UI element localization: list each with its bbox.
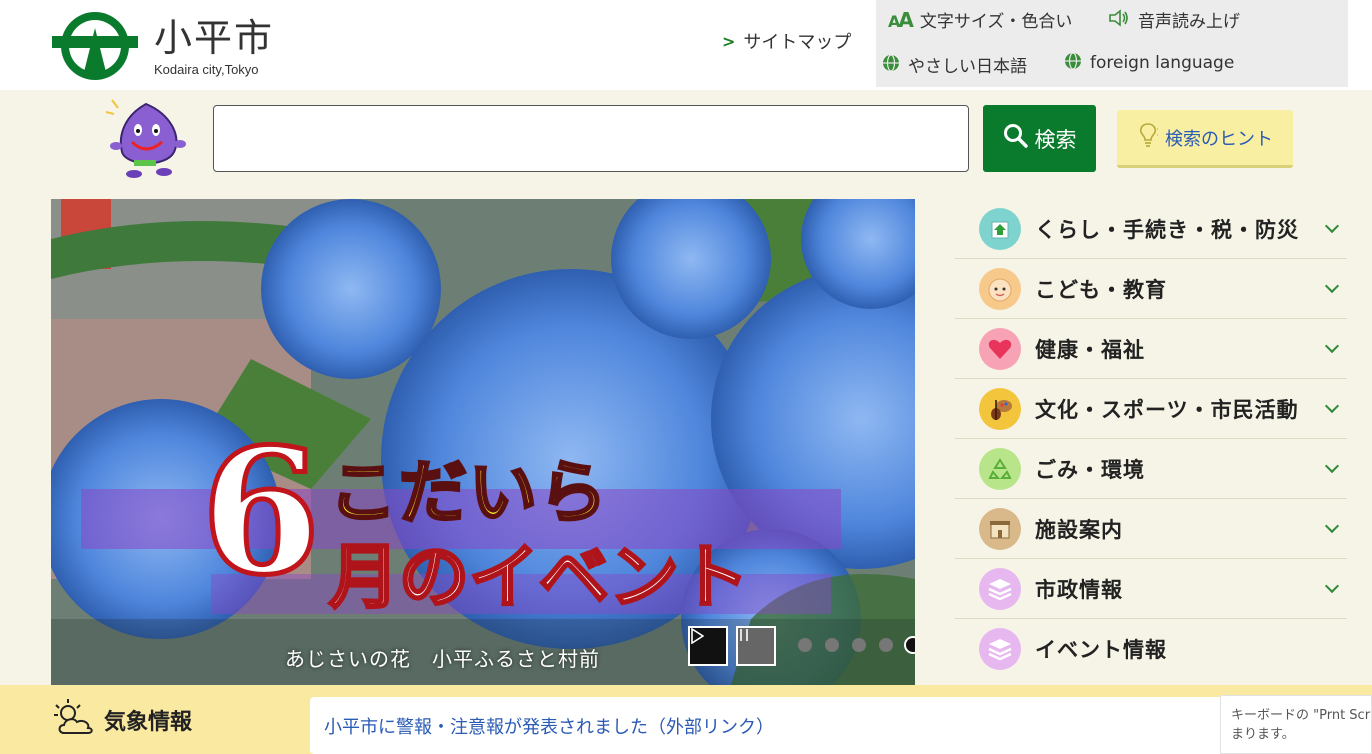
- easy-japanese-link[interactable]: やさしい日本語: [882, 52, 1027, 77]
- globe-icon: [1064, 52, 1082, 74]
- system-notification-toast[interactable]: キーボードの "Prnt Scrn" まります。: [1220, 695, 1372, 754]
- weather-alert-link[interactable]: 小平市に警報・注意報が発表されました（外部リンク）: [324, 713, 774, 739]
- search-hint-label: 検索のヒント: [1165, 128, 1273, 150]
- house-icon: [979, 207, 1021, 250]
- recycle-icon: [979, 447, 1021, 490]
- search-button-label: 検索: [1034, 127, 1077, 152]
- violin-palette-icon: [979, 387, 1021, 430]
- menu-label: イベント情報: [1035, 638, 1167, 662]
- city-emblem-icon: [50, 10, 140, 82]
- toast-line-2: まります。: [1231, 727, 1295, 742]
- font-color-label: 文字サイズ・色合い: [919, 12, 1073, 32]
- sun-cloud-icon: [50, 697, 98, 743]
- menu-item-living[interactable]: くらし・手続き・税・防災: [955, 199, 1347, 259]
- menu-label: 施設案内: [1035, 517, 1123, 542]
- weather-alert-box: 小平市に警報・注意報が発表されました（外部リンク）: [310, 697, 1230, 754]
- slide-dot-1[interactable]: [798, 638, 812, 652]
- toast-line-1: キーボードの "Prnt Scrn": [1231, 708, 1372, 723]
- site-header: 小平市 Kodaira city,Tokyo > サイトマップ AA 文字サイズ…: [0, 0, 1372, 90]
- weather-heading: 気象情報: [50, 697, 192, 743]
- menu-item-city-info[interactable]: 市政情報: [955, 559, 1347, 619]
- menu-item-events[interactable]: イベント情報: [955, 619, 1347, 679]
- building-icon: [979, 507, 1021, 550]
- lightbulb-icon: [1137, 121, 1159, 154]
- chevron-down-icon: [1324, 278, 1340, 294]
- layers-icon: [979, 628, 1021, 670]
- utility-panel: AA 文字サイズ・色合い 音声読み上げ やさしい日本語 foreign lang…: [876, 0, 1348, 87]
- weather-title: 気象情報: [104, 710, 193, 735]
- slideshow-play-button[interactable]: [688, 626, 728, 666]
- site-search-input[interactable]: [213, 105, 969, 172]
- font-color-settings-link[interactable]: AA 文字サイズ・色合い: [888, 7, 1073, 33]
- foreign-language-link[interactable]: foreign language: [1064, 52, 1234, 74]
- search-button[interactable]: 検索: [983, 105, 1096, 172]
- menu-label: こども・教育: [1035, 277, 1167, 302]
- city-logo[interactable]: 小平市 Kodaira city,Tokyo: [50, 8, 310, 84]
- chevron-down-icon: [1324, 338, 1340, 354]
- menu-item-environment[interactable]: ごみ・環境: [955, 439, 1347, 499]
- menu-label: 市政情報: [1035, 577, 1123, 602]
- chevron-down-icon: [1324, 518, 1340, 534]
- menu-label: くらし・手続き・税・防災: [1035, 217, 1299, 242]
- category-menu: くらし・手続き・税・防災 こども・教育 健康・福祉 文化・スポーツ・市民活動 ご…: [955, 199, 1347, 679]
- chevron-down-icon: [1324, 218, 1340, 234]
- chevron-down-icon: [1324, 578, 1340, 594]
- voice-label: 音声読み上げ: [1138, 12, 1240, 32]
- slide-dot-4[interactable]: [879, 638, 893, 652]
- font-size-icon: AA: [888, 7, 914, 32]
- speaker-icon: [1108, 8, 1130, 31]
- search-hint-button[interactable]: 検索のヒント: [1117, 110, 1293, 168]
- menu-label: 文化・スポーツ・市民活動: [1035, 397, 1299, 422]
- city-name: 小平市: [154, 15, 275, 60]
- city-subtitle: Kodaira city,Tokyo: [154, 61, 259, 77]
- hero-title-line2: 月のイベント: [328, 535, 751, 620]
- hero-title-number: 6: [199, 410, 324, 613]
- easy-japanese-label: やさしい日本語: [908, 57, 1027, 77]
- menu-label: 健康・福祉: [1035, 337, 1145, 362]
- hero-slideshow[interactable]: 6 こだいら 月のイベント あじさいの花 小平ふるさと村前: [51, 199, 915, 685]
- slide-dot-3[interactable]: [852, 638, 866, 652]
- menu-item-facilities[interactable]: 施設案内: [955, 499, 1347, 559]
- layers-icon: [979, 567, 1021, 610]
- foreign-language-label: foreign language: [1090, 53, 1235, 73]
- search-icon: [1003, 123, 1029, 154]
- voice-reading-link[interactable]: 音声読み上げ: [1108, 7, 1240, 32]
- weather-bar: 気象情報 小平市に警報・注意報が発表されました（外部リンク）: [0, 685, 1372, 754]
- sitemap-link[interactable]: > サイトマップ: [722, 28, 851, 54]
- child-face-icon: [979, 267, 1021, 310]
- menu-item-children[interactable]: こども・教育: [955, 259, 1347, 319]
- slide-dot-2[interactable]: [825, 638, 839, 652]
- globe-icon: [882, 53, 900, 76]
- chevron-down-icon: [1324, 398, 1340, 414]
- hero-caption: あじさいの花 小平ふるさと村前: [285, 647, 600, 671]
- menu-label: ごみ・環境: [1035, 457, 1145, 482]
- slideshow-pause-button[interactable]: [736, 626, 776, 666]
- sitemap-label: サイトマップ: [743, 32, 852, 53]
- mascot-character-image: [104, 96, 186, 180]
- slide-dot-5-active[interactable]: [904, 636, 915, 654]
- menu-item-culture[interactable]: 文化・スポーツ・市民活動: [955, 379, 1347, 439]
- heart-icon: [979, 327, 1021, 370]
- menu-item-health[interactable]: 健康・福祉: [955, 319, 1347, 379]
- chevron-down-icon: [1324, 458, 1340, 474]
- chevron-right-icon: >: [722, 31, 736, 51]
